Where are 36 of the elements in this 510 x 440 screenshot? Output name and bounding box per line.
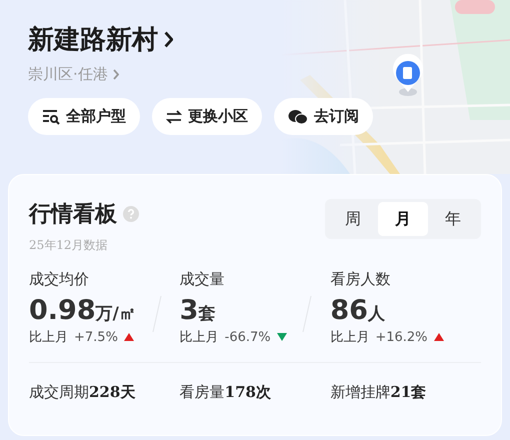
period-tab[interactable]: 年 bbox=[428, 202, 478, 236]
stat-value: 86 bbox=[330, 295, 368, 326]
compare-label: 比上月 bbox=[29, 329, 68, 346]
action-button[interactable]: 更换小区 bbox=[152, 98, 262, 135]
down-triangle-icon bbox=[276, 333, 287, 341]
data-date: 25年12月数据 bbox=[29, 237, 109, 254]
filter-list-icon bbox=[42, 108, 60, 124]
up-triangle-icon bbox=[434, 333, 444, 341]
card-title: 行情看板 bbox=[29, 201, 117, 229]
action-button[interactable]: 去订阅 bbox=[274, 98, 373, 135]
compare-label: 比上月 bbox=[330, 329, 370, 346]
period-tab[interactable]: 月 bbox=[378, 202, 428, 236]
stat-value: 3 bbox=[180, 295, 198, 326]
summary-text: 成交周期228天 bbox=[29, 383, 136, 402]
change-value: -66.7% bbox=[224, 330, 271, 344]
stat-value: 0.98 bbox=[29, 295, 96, 326]
chat-bubbles-icon bbox=[288, 108, 308, 124]
stat-label: 成交量 bbox=[180, 270, 225, 289]
help-icon[interactable] bbox=[123, 206, 139, 222]
compare-label: 比上月 bbox=[180, 329, 219, 346]
change-value: +16.2% bbox=[375, 330, 428, 344]
summary-text: 看房量178次 bbox=[180, 383, 272, 402]
stat-unit: 人 bbox=[368, 303, 385, 325]
period-tab[interactable]: 周 bbox=[328, 202, 378, 236]
community-title[interactable]: 新建路新村 bbox=[28, 22, 158, 57]
stat-label: 看房人数 bbox=[330, 270, 390, 289]
up-triangle-icon bbox=[124, 333, 134, 341]
swap-arrows-icon bbox=[166, 110, 182, 124]
change-value: +7.5% bbox=[74, 330, 118, 344]
action-button[interactable]: 全部户型 bbox=[28, 98, 140, 135]
summary-text: 新增挂牌21套 bbox=[330, 383, 428, 402]
stat-unit: 套 bbox=[198, 303, 216, 325]
chevron-right-icon bbox=[112, 69, 119, 80]
chevron-right-icon bbox=[164, 31, 174, 48]
stat-unit: 万/㎡ bbox=[96, 303, 136, 325]
stat-label: 成交均价 bbox=[29, 270, 89, 289]
